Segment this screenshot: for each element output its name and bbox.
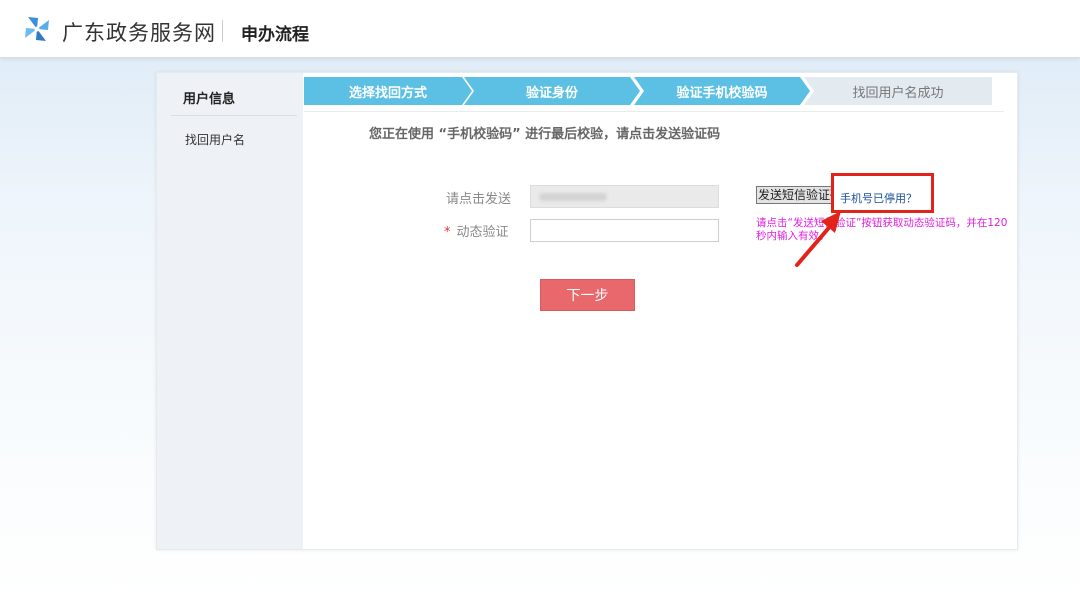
code-label: 动态验证 xyxy=(456,225,509,240)
steps-divider xyxy=(304,111,1004,112)
step-label: 找回用户名成功 xyxy=(852,85,944,101)
step-success: 找回用户名成功 xyxy=(804,77,992,105)
step-label: 选择找回方式 xyxy=(348,85,427,101)
header: 广东政务服务网 申办流程 xyxy=(0,0,1080,58)
progress-steps: 选择找回方式 验证身份 验证手机校验码 找回用户名成功 xyxy=(304,77,992,105)
code-label-row: * 动态验证 xyxy=(444,221,509,240)
sidebar-divider xyxy=(171,115,297,116)
page-heading: 申办流程 xyxy=(241,25,309,45)
red-arrow-icon xyxy=(795,211,841,267)
header-divider xyxy=(222,20,223,42)
send-sms-button[interactable]: 发送短信验证码 xyxy=(756,186,832,204)
step-choose-method: 选择找回方式 xyxy=(304,77,472,105)
step-verify-identity: 验证身份 xyxy=(464,77,640,105)
required-mark: * xyxy=(444,225,451,240)
send-label: 请点击发送 xyxy=(446,192,512,207)
main-panel: 用户信息 找回用户名 选择找回方式 验证身份 验证手机校验码 找回用户名成功 您 xyxy=(156,72,1018,550)
step-verify-sms: 验证手机校验码 xyxy=(634,77,810,105)
step-label: 验证身份 xyxy=(525,85,578,101)
instruction-text: 您正在使用 “手机校验码” 进行最后校验，请点击发送验证码 xyxy=(369,127,721,142)
site-title[interactable]: 广东政务服务网 xyxy=(62,17,216,47)
content-area: 选择找回方式 验证身份 验证手机校验码 找回用户名成功 您正在使用 “手机校验码… xyxy=(303,73,1017,549)
dynamic-code-input[interactable] xyxy=(530,219,719,242)
sidebar-title: 用户信息 xyxy=(183,92,236,107)
sidebar: 用户信息 找回用户名 xyxy=(157,73,303,549)
next-step-button[interactable]: 下一步 xyxy=(540,279,635,311)
phone-number-field xyxy=(530,185,719,208)
pinwheel-logo-icon[interactable] xyxy=(22,14,52,44)
masked-phone-number xyxy=(539,193,607,201)
sidebar-item-retrieve-username[interactable]: 找回用户名 xyxy=(185,131,245,148)
step-label: 验证手机校验码 xyxy=(676,85,768,101)
